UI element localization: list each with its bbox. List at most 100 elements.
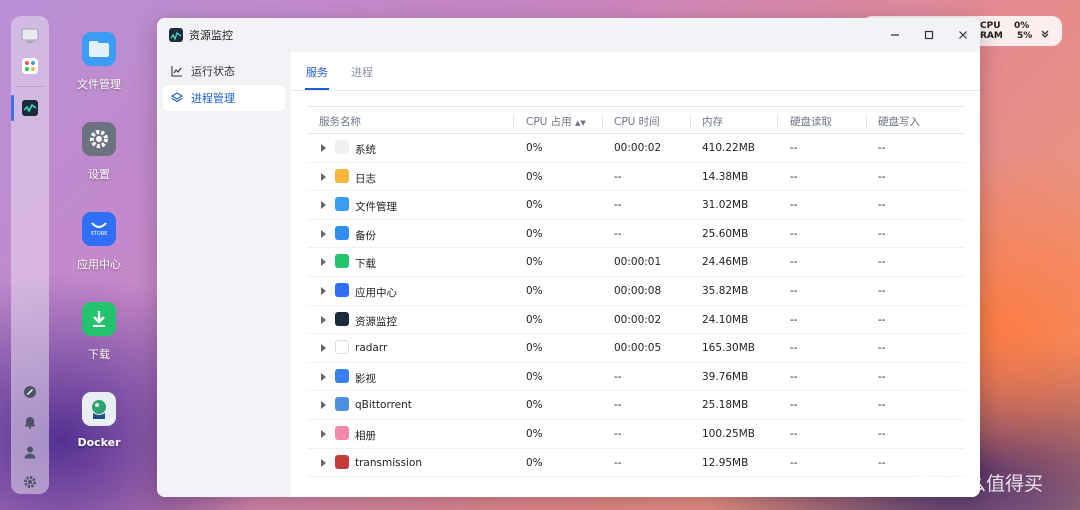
watermark-text: 什么值得买	[948, 472, 1044, 495]
window-titlebar[interactable]: 资源监控	[157, 18, 980, 52]
qbittorrent-icon	[335, 397, 349, 412]
chart-line-icon	[169, 65, 185, 77]
table-row[interactable]: 日志 0% -- 14.38MB -- --	[307, 163, 965, 192]
desktop-icon-app-center[interactable]: STORE 应用中心	[66, 212, 132, 272]
expand-arrow-icon[interactable]	[321, 429, 326, 438]
store-badge: STORE	[90, 231, 108, 237]
photos-icon	[335, 425, 349, 440]
column-header-memory[interactable]: 内存	[702, 114, 723, 129]
desktop-icon-label: 应用中心	[77, 258, 121, 271]
app-grid-icon[interactable]	[20, 56, 40, 76]
cell-cpu-time: 00:00:02	[614, 142, 662, 154]
cell-service-name: 日志	[355, 172, 376, 185]
table-row[interactable]: 相册 0% -- 100.25MB -- --	[307, 420, 965, 449]
docker-icon	[82, 392, 116, 426]
cell-disk-write: --	[878, 284, 886, 297]
expand-arrow-icon[interactable]	[321, 144, 326, 152]
table-row[interactable]: 影视 0% -- 39.76MB -- --	[307, 363, 965, 392]
cell-disk-write: --	[878, 256, 886, 269]
sidebar-item-status[interactable]: 运行状态	[163, 58, 285, 84]
cell-cpu: 0%	[526, 399, 543, 412]
dock-separator	[17, 86, 43, 87]
desktop-icon-download[interactable]: 下载	[66, 302, 132, 362]
expand-arrow-icon[interactable]	[321, 172, 326, 181]
cell-memory: 31.02MB	[702, 199, 749, 212]
monitor-icon[interactable]	[20, 26, 40, 46]
cpu-label: CPU	[980, 21, 1001, 31]
bell-icon[interactable]	[20, 412, 40, 432]
watermark-logo: 值	[912, 468, 940, 496]
expand-arrow-icon[interactable]	[321, 286, 326, 295]
column-header-cpu-usage[interactable]: CPU 占用 ▲▼	[526, 114, 586, 129]
cell-disk-write: --	[878, 170, 886, 183]
sidebar-item-label: 运行状态	[191, 65, 235, 78]
radarr-icon	[335, 340, 349, 355]
cell-cpu-time: --	[614, 370, 622, 383]
resource-monitor-icon[interactable]	[20, 98, 40, 118]
cell-service-name: 下载	[355, 258, 376, 271]
sidebar-item-process-management[interactable]: 进程管理	[163, 85, 285, 111]
column-header-cpu-time[interactable]: CPU 时间	[614, 114, 660, 129]
table-row[interactable]: radarr 0% 00:00:05 165.30MB -- --	[307, 334, 965, 363]
user-icon[interactable]	[20, 442, 40, 462]
cell-service-name: radarr	[355, 342, 388, 355]
download-icon	[335, 254, 349, 269]
maximize-button[interactable]	[921, 27, 937, 43]
dock	[11, 16, 49, 494]
cell-memory: 410.22MB	[702, 142, 756, 154]
column-header-label: CPU 占用	[526, 116, 572, 128]
expand-arrow-icon[interactable]	[321, 201, 326, 210]
table-row[interactable]: 资源监控 0% 00:00:02 24.10MB -- --	[307, 306, 965, 335]
tab-services[interactable]: 服务	[306, 64, 328, 80]
tab-processes[interactable]: 进程	[351, 64, 373, 80]
layers-icon	[169, 92, 185, 104]
minimize-button[interactable]	[887, 27, 903, 43]
sort-icon[interactable]: ▲▼	[575, 119, 586, 127]
close-button[interactable]	[955, 27, 971, 43]
cell-cpu-time: 00:00:05	[614, 342, 662, 355]
gear-icon[interactable]	[20, 472, 40, 492]
expand-arrow-icon[interactable]	[321, 344, 326, 353]
table-row[interactable]: 文件管理 0% -- 31.02MB -- --	[307, 191, 965, 220]
link-icon[interactable]	[20, 382, 40, 402]
cell-cpu-time: --	[614, 227, 622, 240]
table-row[interactable]: 系统 0% 00:00:02 410.22MB -- --	[307, 134, 965, 163]
cell-memory: 25.18MB	[702, 399, 749, 412]
desktop-icon-file-manager[interactable]: 文件管理	[66, 32, 132, 92]
expand-arrow-icon[interactable]	[321, 372, 326, 381]
active-indicator	[11, 95, 14, 121]
table-row[interactable]: 下载 0% 00:00:01 24.46MB -- --	[307, 248, 965, 277]
cell-disk-read: --	[790, 170, 798, 183]
expand-arrow-icon[interactable]	[321, 229, 326, 238]
store-icon: STORE	[82, 212, 116, 246]
chevron-down-icon[interactable]	[1040, 24, 1050, 43]
cell-cpu-time: 00:00:02	[614, 313, 662, 326]
cell-disk-read: --	[790, 399, 798, 412]
cell-cpu-time: --	[614, 170, 622, 183]
table-body: 系统 0% 00:00:02 410.22MB -- -- 日志 0% -- 14.38MB -- -…	[307, 134, 965, 478]
expand-arrow-icon[interactable]	[321, 458, 326, 467]
table-row[interactable]: 应用中心 0% 00:00:08 35.82MB -- --	[307, 277, 965, 306]
table-row[interactable]: qBittorrent 0% -- 25.18MB -- --	[307, 391, 965, 420]
cell-memory: 100.25MB	[702, 427, 756, 440]
desktop-icon-label: 下载	[88, 348, 110, 361]
column-header-service-name[interactable]: 服务名称	[319, 114, 361, 129]
expand-arrow-icon[interactable]	[321, 315, 326, 324]
cell-disk-read: --	[790, 370, 798, 383]
column-header-disk-read[interactable]: 硬盘读取	[790, 114, 832, 129]
expand-arrow-icon[interactable]	[321, 401, 326, 410]
desktop-icon-label: 文件管理	[77, 78, 121, 91]
cell-disk-write: --	[878, 370, 886, 383]
column-separator	[602, 114, 603, 128]
table-row[interactable]: transmission 0% -- 12.95MB -- --	[307, 449, 965, 478]
backup-icon	[335, 225, 349, 240]
desktop-icon-settings[interactable]: 设置	[66, 122, 132, 182]
cell-cpu: 0%	[526, 456, 543, 469]
table-row[interactable]: 备份 0% -- 25.60MB -- --	[307, 220, 965, 249]
cell-cpu-time: --	[614, 456, 622, 469]
cell-memory: 24.46MB	[702, 256, 749, 269]
expand-arrow-icon[interactable]	[321, 258, 326, 267]
main-content: 服务 进程 服务名称 CPU 占用 ▲▼ CPU 时间 内存 硬盘读取 硬盘写入…	[291, 52, 980, 497]
column-header-disk-write[interactable]: 硬盘写入	[878, 114, 920, 129]
desktop-icon-docker[interactable]: Docker	[66, 392, 132, 449]
